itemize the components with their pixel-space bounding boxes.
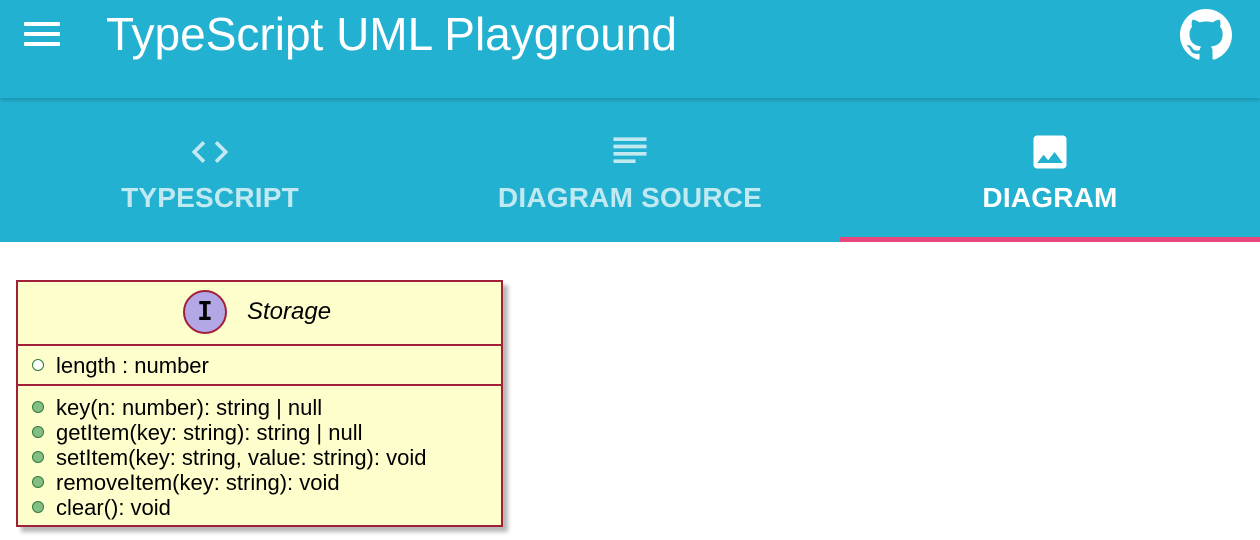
- active-tab-indicator: [840, 237, 1260, 242]
- code-icon: [191, 141, 229, 163]
- class-name: Storage: [247, 298, 332, 325]
- uml-field-text: length : number: [56, 353, 209, 378]
- uml-divider-fields: [18, 344, 501, 346]
- uml-class-header: I Storage: [18, 282, 501, 345]
- tab-label-diagram: DIAGRAM: [982, 182, 1118, 213]
- hamburger-menu-icon-bar: [24, 42, 60, 46]
- tab-diagram-source[interactable]: DIAGRAM SOURCE: [420, 98, 840, 242]
- public-method-marker-icon: [32, 501, 44, 513]
- hamburger-menu-icon: [24, 22, 60, 26]
- interface-stereotype-icon: I: [183, 290, 227, 334]
- uml-method-text: setItem(key: string, value: string): voi…: [56, 445, 427, 470]
- tab-label-diagram-source: DIAGRAM SOURCE: [497, 182, 763, 213]
- app-title: TypeScript UML Playground: [106, 8, 678, 60]
- hamburger-menu-icon-bar: [24, 32, 60, 36]
- image-icon: [1033, 135, 1067, 169]
- tab-typescript[interactable]: TYPESCRIPT: [0, 98, 420, 242]
- tab-bar: TYPESCRIPT DIAGRAM SOURCE DIAGRAM: [0, 98, 1260, 242]
- uml-method-text: key(n: number): string | null: [56, 395, 323, 420]
- public-method-marker-icon: [32, 401, 44, 413]
- uml-method-text: removeItem(key: string): void: [56, 470, 340, 495]
- uml-divider-methods: [18, 384, 501, 386]
- app-bar: TypeScript UML Playground: [0, 0, 1260, 98]
- public-field-marker-icon: [32, 359, 44, 371]
- public-method-marker-icon: [32, 451, 44, 463]
- notes-icon: [613, 137, 647, 163]
- public-method-marker-icon: [32, 476, 44, 488]
- tab-label-typescript: TYPESCRIPT: [121, 182, 299, 213]
- github-icon: [1180, 9, 1232, 60]
- uml-method-text: getItem(key: string): string | null: [56, 420, 363, 445]
- tab-diagram[interactable]: DIAGRAM: [840, 98, 1260, 242]
- github-button[interactable]: [1180, 9, 1232, 61]
- uml-method-text: clear(): void: [56, 495, 171, 520]
- uml-class-box[interactable]: I Storage length : number key(n: number)…: [16, 280, 503, 527]
- public-method-marker-icon: [32, 426, 44, 438]
- menu-button[interactable]: [20, 12, 64, 56]
